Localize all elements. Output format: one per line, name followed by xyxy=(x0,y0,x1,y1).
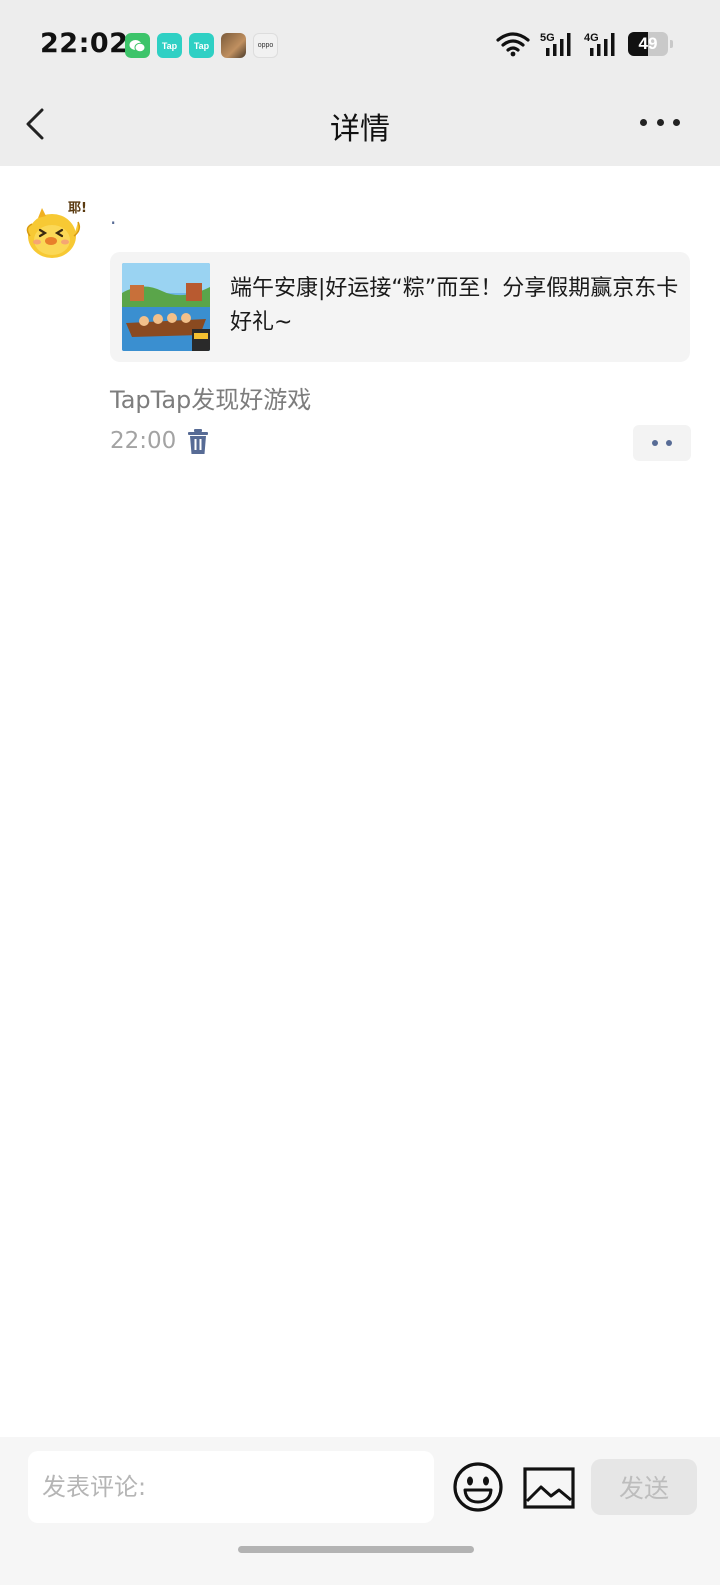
dot-icon xyxy=(666,440,672,446)
taptap-icon: Tap xyxy=(157,33,182,58)
shared-link-card[interactable]: 端午安康|好运接“粽”而至！分享假期赢京东卡好礼~ xyxy=(110,252,690,362)
status-time: 22:02 xyxy=(40,28,129,59)
signal-5g-icon: 5G xyxy=(540,32,571,56)
more-options-button[interactable] xyxy=(640,116,680,128)
dot-icon xyxy=(656,118,664,126)
taptap-icon-label: Tap xyxy=(193,40,210,51)
battery-icon: 49 xyxy=(628,32,668,56)
oppo-icon-label: oppo xyxy=(257,42,274,49)
link-title: 端午安康|好运接“粽”而至！分享假期赢京东卡好礼~ xyxy=(230,276,679,335)
taptap-icon-label: Tap xyxy=(161,40,178,51)
page-title: 详情 xyxy=(330,112,390,147)
battery-tip xyxy=(670,40,673,48)
wifi-icon xyxy=(496,32,530,57)
home-indicator[interactable] xyxy=(238,1546,474,1553)
status-indicators: 5G 4G 49 xyxy=(496,30,673,58)
status-bar: 22:02 Tap Tap oppo 5G 4G 49 xyxy=(0,0,720,86)
notification-icons: Tap Tap oppo xyxy=(125,33,278,58)
taptap-icon: Tap xyxy=(189,33,214,58)
trash-icon[interactable] xyxy=(187,429,209,455)
comment-bar: 发送 xyxy=(0,1437,720,1585)
post-source[interactable]: TapTap发现好游戏 xyxy=(110,380,311,415)
dot-icon xyxy=(640,118,647,126)
author-name[interactable]: . xyxy=(110,205,116,229)
dot-icon xyxy=(652,440,658,446)
nav-bar: 详情 xyxy=(0,86,720,166)
signal-4g-label: 4G xyxy=(584,32,599,44)
signal-4g-icon: 4G xyxy=(584,32,615,56)
link-thumbnail xyxy=(122,263,210,351)
emoji-icon[interactable] xyxy=(452,1461,504,1513)
wechat-icon xyxy=(125,33,150,58)
game-icon xyxy=(221,33,246,58)
avatar-badge-text: 耶! xyxy=(68,201,87,216)
signal-5g-label: 5G xyxy=(540,32,555,44)
post-time: 22:00 xyxy=(110,428,177,454)
comment-input[interactable] xyxy=(28,1451,434,1523)
dot-icon xyxy=(673,118,680,126)
like-comment-button[interactable] xyxy=(633,425,691,461)
battery-level: 49 xyxy=(638,34,658,53)
send-button[interactable]: 发送 xyxy=(591,1459,697,1515)
image-icon[interactable] xyxy=(523,1465,575,1511)
oppo-icon: oppo xyxy=(253,33,278,58)
avatar[interactable]: 耶! xyxy=(22,192,96,266)
